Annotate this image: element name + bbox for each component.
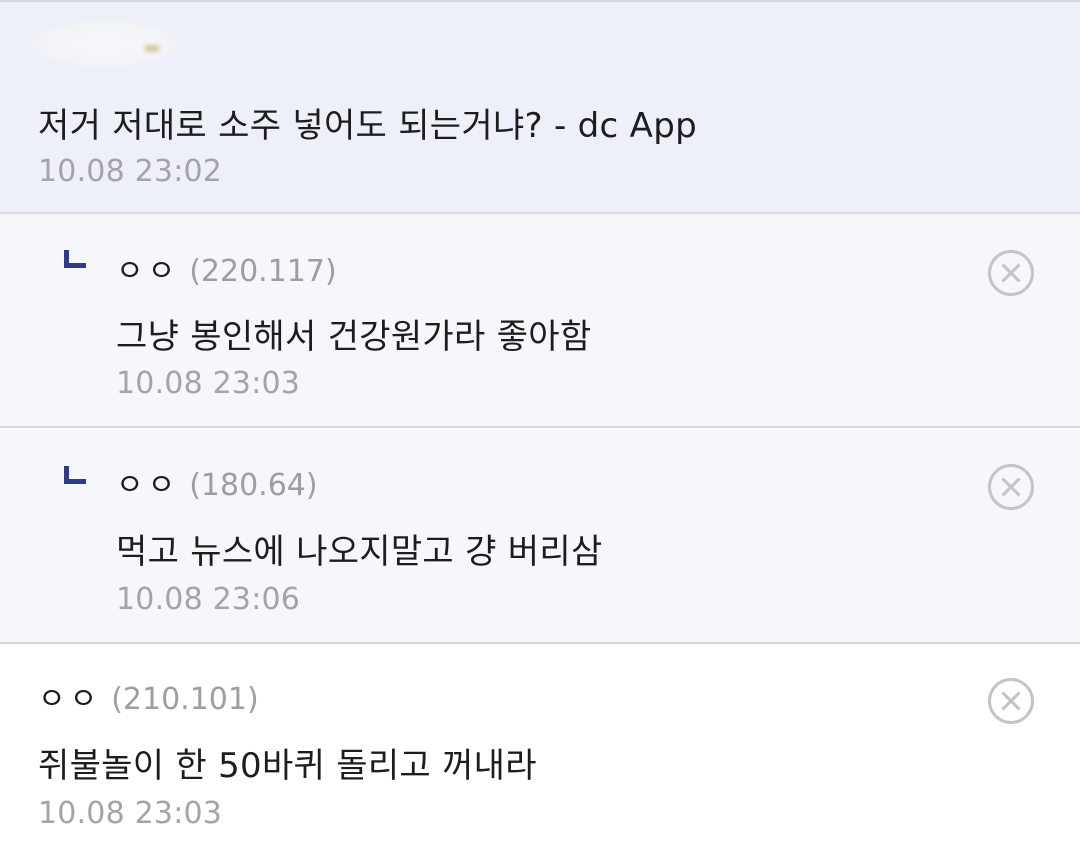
reply-arrow-icon (64, 466, 86, 484)
delete-comment-button[interactable] (988, 464, 1034, 510)
comment-author: ㅇㅇ (220.117) (116, 246, 337, 290)
author-ip: (180.64) (189, 468, 318, 503)
comment-item: ㅇㅇ (210.101) 쥐불놀이 한 50바퀴 돌리고 꺼내라 10.08 23… (0, 644, 1080, 855)
reply-item: ㅇㅇ (180.64) 먹고 뉴스에 나오지말고 걍 버리삼 10.08 23:0… (0, 430, 1080, 644)
comment-text: 저거 저대로 소주 넣어도 되는거냐? - dc App (38, 106, 697, 146)
reply-arrow-icon (64, 250, 86, 268)
comment-timestamp: 10.08 23:06 (116, 582, 301, 617)
delete-comment-button[interactable] (988, 678, 1034, 724)
comment-author: ㅇㅇ (180.64) (116, 460, 318, 504)
author-nickname[interactable]: ㅇㅇ (116, 468, 179, 503)
delete-comment-button[interactable] (988, 250, 1034, 296)
comment-timestamp: 10.08 23:02 (38, 154, 223, 189)
comment-timestamp: 10.08 23:03 (38, 796, 223, 831)
comment-text: 먹고 뉴스에 나오지말고 걍 버리삼 (116, 532, 603, 572)
author-nickname[interactable]: ㅇㅇ (38, 682, 101, 717)
redacted-username (30, 20, 180, 68)
comment-thread: 저거 저대로 소주 넣어도 되는거냐? - dc App 10.08 23:02… (0, 0, 1080, 855)
reply-item: ㅇㅇ (220.117) 그냥 봉인해서 건강원가라 좋아함 10.08 23:0… (0, 214, 1080, 428)
comment-text: 쥐불놀이 한 50바퀴 돌리고 꺼내라 (38, 746, 537, 786)
author-ip: (210.101) (111, 682, 259, 717)
comment-timestamp: 10.08 23:03 (116, 366, 301, 401)
author-ip: (220.117) (189, 254, 337, 289)
comment-author: ㅇㅇ (210.101) (38, 674, 259, 718)
highlighted-comment: 저거 저대로 소주 넣어도 되는거냐? - dc App 10.08 23:02 (0, 0, 1080, 214)
author-nickname[interactable]: ㅇㅇ (116, 254, 179, 289)
comment-text: 그냥 봉인해서 건강원가라 좋아함 (116, 317, 592, 357)
